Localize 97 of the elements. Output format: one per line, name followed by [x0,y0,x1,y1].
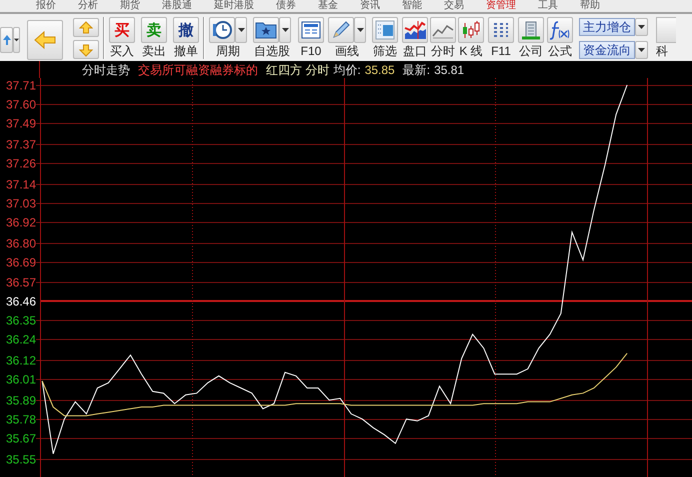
up-button[interactable] [73,18,99,37]
pencil-icon [331,20,351,40]
grid-list-icon [492,21,510,39]
price-axis-label: 37.37 [6,138,36,152]
menu-item[interactable]: 基金 [318,0,338,12]
toolbar-label[interactable]: 筛选 [373,44,397,59]
menu-item[interactable]: 智能 [402,0,422,12]
price-axis-label: 37.14 [6,178,36,192]
toolbar-label[interactable]: 盘口 [403,44,427,59]
last-price-value: 35.81 [434,62,464,78]
down-arrow-icon [79,42,93,56]
toolbar-button[interactable] [298,17,324,43]
price-axis-label: 35.89 [6,394,36,408]
menu-item[interactable]: 期货 [120,0,140,12]
price-axis-label: 37.71 [6,78,36,92]
price-axis-label: 36.46 [6,294,36,308]
down-button[interactable] [73,40,99,59]
toolbar-button[interactable] [402,17,428,43]
menu-item[interactable]: 帮助 [580,0,600,12]
toolbar-button[interactable] [430,17,456,43]
menu-item[interactable]: 延时港股 [214,0,254,12]
caret-icon [282,28,288,32]
menu-item[interactable]: 分析 [78,0,98,12]
folder-star-icon [255,21,277,39]
depth-chart-icon [404,20,426,40]
building-icon [521,20,541,40]
avg-price-label: 均价: [333,62,361,78]
dropdown-button[interactable] [354,17,366,43]
last-price-label: 最新: [402,62,430,78]
price-axis-label: 35.67 [6,432,36,446]
price-axis-label: 36.80 [6,236,36,250]
toolbar-label[interactable]: 自选股 [254,44,290,59]
toolbar-button[interactable] [253,17,279,43]
back-button[interactable] [27,20,63,60]
menu-item[interactable]: 资管理 [486,0,516,12]
price-axis-label: 36.69 [6,256,36,270]
candlestick-icon [461,20,481,40]
dropdown-button[interactable] [635,41,648,59]
toolbar-button[interactable] [458,17,484,43]
price-axis-label: 36.92 [6,216,36,230]
toolbar-button[interactable] [547,17,573,43]
toolbar-label[interactable]: F10 [300,44,322,59]
toolbar-button[interactable] [328,17,354,43]
dropdown-button[interactable] [635,18,648,36]
toolbar-label[interactable]: 撤单 [174,44,198,59]
dropdown-button[interactable] [279,17,291,43]
caret-icon [638,48,645,52]
toolbar-label[interactable]: F11 [491,44,511,59]
menu-item[interactable]: 债券 [276,0,296,12]
price-axis-label: 37.26 [6,156,36,170]
toolbar-label[interactable]: 卖出 [142,44,166,59]
arrow-icon [2,35,10,45]
avg-price-value: 35.85 [364,62,395,78]
price-axis-label: 36.35 [6,314,36,328]
menu-item[interactable]: 港股通 [162,0,192,12]
price-axis-label: 36.57 [6,276,36,290]
price-axis-label: 35.78 [6,412,36,426]
filter-list-icon [375,20,395,40]
price-axis-label: 37.60 [6,98,36,112]
up-arrow-icon [79,20,93,34]
toolbar-label[interactable]: 公式 [548,44,572,59]
toolbar-button[interactable] [209,17,235,43]
toolbar-button[interactable]: 买 [109,17,135,43]
caret-icon [238,28,244,32]
price-axis-label: 36.24 [6,332,36,346]
selector-dropdown[interactable]: 资金流向 [579,41,635,59]
clock-icon [212,20,232,40]
toolbar-label[interactable]: 画线 [335,44,359,59]
selector-dropdown[interactable]: 主力增仓 [579,18,635,36]
menu-item[interactable]: 工具 [538,0,558,12]
toolbar-label[interactable]: 买入 [110,44,134,59]
chart-title: 分时走势 [82,62,130,78]
toolbar-label[interactable]: 分时 [431,44,455,59]
stock-name: 红四方 分时 [266,62,330,78]
caret-icon [638,25,645,29]
toolbar-button[interactable]: 撤 [173,17,199,43]
menu-item[interactable]: 报价 [36,0,56,12]
toolbar-label[interactable]: 周期 [216,44,240,59]
price-axis-label: 37.49 [6,116,36,130]
caret-icon [356,28,364,32]
price-axis-label: 36.12 [6,354,36,368]
price-axis-label: 37.03 [6,196,36,210]
formula-icon [549,20,571,40]
document-icon [301,21,321,39]
toolbar-label[interactable]: 公司 [519,44,543,59]
margin-trading-tag: 交易所可融资融券标的 [138,60,258,78]
dropdown-button[interactable] [13,27,20,53]
price-axis-label: 35.55 [6,452,36,466]
toolbar-button[interactable]: 卖 [141,17,167,43]
toolbar-label[interactable]: K 线 [459,44,483,59]
dropdown-button[interactable] [235,17,247,43]
price-axis-label: 36.01 [6,372,36,386]
caret-icon [14,38,19,42]
menu-item[interactable]: 资讯 [360,0,380,12]
toolbar-label[interactable]: 科 [656,44,668,59]
left-arrow-icon [34,31,56,49]
toolbar-button[interactable] [488,17,514,43]
